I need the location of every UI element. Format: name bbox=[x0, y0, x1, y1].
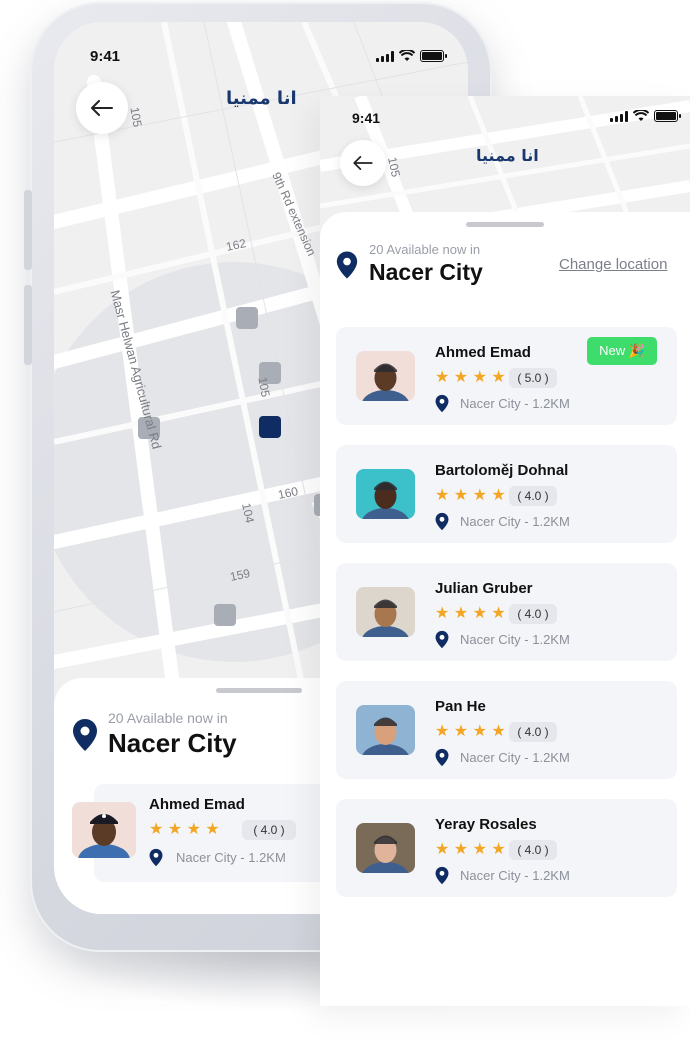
new-badge: New 🎉 bbox=[587, 337, 657, 365]
provider-card[interactable]: Bartoloměj Dohnal ★ ★ ★ ★( 4.0 ) Nacer Cit… bbox=[336, 445, 677, 543]
wifi-icon bbox=[633, 110, 649, 121]
star-rating-icon: ★ ★ ★ ★ bbox=[435, 841, 506, 858]
provider-name: Julian Gruber bbox=[435, 580, 533, 597]
rating-value: ( 5.0 ) bbox=[509, 368, 557, 388]
star-rating-icon: ★ ★ ★ ★ bbox=[435, 487, 506, 504]
star-rating-icon: ★ ★ ★ ★ bbox=[435, 605, 506, 622]
location-pin-icon bbox=[149, 848, 163, 867]
location-pin-icon bbox=[435, 866, 449, 890]
provider-card[interactable]: Julian Gruber ★ ★ ★ ★( 4.0 ) Nacer City - … bbox=[336, 563, 677, 661]
provider-name: Bartoloměj Dohnal bbox=[435, 462, 569, 479]
provider-card[interactable]: Pan He ★ ★ ★ ★( 4.0 ) Nacer City - 1.2KM bbox=[336, 681, 677, 779]
provider-name: Pan He bbox=[435, 698, 486, 715]
provider-avatar bbox=[356, 351, 415, 401]
location-pin-icon bbox=[336, 251, 358, 279]
arrow-left-icon bbox=[353, 156, 373, 170]
change-location-link[interactable]: Change location bbox=[559, 256, 667, 273]
city-name: Nacer City bbox=[108, 728, 237, 758]
signal-icon bbox=[610, 110, 628, 122]
provider-avatar bbox=[356, 823, 415, 873]
location-pin-icon bbox=[73, 719, 97, 751]
rating-value: ( 4.0 ) bbox=[509, 486, 557, 506]
location-pin-icon bbox=[435, 748, 449, 772]
app-logo: انا ممنيا bbox=[476, 146, 539, 165]
phone-side-button bbox=[24, 285, 32, 365]
arrow-left-icon bbox=[91, 100, 113, 116]
signal-icon bbox=[376, 50, 394, 62]
location-pin-icon bbox=[435, 512, 449, 536]
sheet-handle[interactable] bbox=[216, 688, 302, 693]
city-name: Nacer City bbox=[369, 259, 483, 285]
rating-value: ( 4.0 ) bbox=[242, 820, 296, 840]
wifi-icon bbox=[399, 50, 415, 61]
available-count-text: 20 Available now in bbox=[108, 710, 228, 726]
provider-avatar bbox=[356, 705, 415, 755]
provider-location: Nacer City - 1.2KM bbox=[460, 396, 570, 411]
provider-card[interactable]: Yeray Rosales ★ ★ ★ ★( 4.0 ) Nacer City - … bbox=[336, 799, 677, 897]
available-count-text: 20 Available now in bbox=[369, 242, 481, 257]
rating-value: ( 4.0 ) bbox=[509, 604, 557, 624]
status-time: 9:41 bbox=[90, 48, 121, 65]
rating-value: ( 4.0 ) bbox=[509, 722, 557, 742]
provider-name: Yeray Rosales bbox=[435, 816, 537, 833]
provider-name: Ahmed Emad bbox=[435, 344, 531, 361]
provider-avatar bbox=[356, 469, 415, 519]
back-button[interactable] bbox=[340, 140, 386, 186]
front-screen: 105 9:41 انا ممنيا 20 Available now in N… bbox=[320, 96, 690, 1006]
phone-side-button bbox=[24, 190, 32, 270]
location-pin-icon bbox=[435, 394, 449, 418]
location-pin-icon bbox=[435, 630, 449, 654]
status-time: 9:41 bbox=[352, 110, 381, 126]
star-rating-icon: ★ ★ ★ ★ bbox=[149, 821, 220, 838]
provider-avatar bbox=[72, 802, 136, 858]
star-rating-icon: ★ ★ ★ ★ bbox=[435, 723, 506, 740]
provider-location: Nacer City - 1.2KM bbox=[460, 514, 570, 529]
status-icons bbox=[376, 50, 447, 62]
provider-location: Nacer City - 1.2KM bbox=[460, 750, 570, 765]
provider-location: Nacer City - 1.2KM bbox=[176, 850, 286, 865]
status-icons bbox=[610, 110, 681, 122]
provider-card[interactable]: Ahmed Emad ★ ★ ★ ★( 5.0 ) Nacer City - 1.2… bbox=[336, 327, 677, 425]
back-button[interactable] bbox=[76, 82, 128, 134]
battery-icon bbox=[654, 110, 681, 122]
front-bottom-sheet: 20 Available now in Nacer City Change lo… bbox=[320, 212, 690, 1006]
sheet-handle[interactable] bbox=[466, 222, 544, 227]
provider-avatar bbox=[356, 587, 415, 637]
provider-location: Nacer City - 1.2KM bbox=[460, 868, 570, 883]
provider-location: Nacer City - 1.2KM bbox=[460, 632, 570, 647]
app-logo: انا ممنيا bbox=[226, 88, 297, 109]
battery-icon bbox=[420, 50, 447, 62]
rating-value: ( 4.0 ) bbox=[509, 840, 557, 860]
provider-name: Ahmed Emad bbox=[149, 796, 245, 813]
star-rating-icon: ★ ★ ★ ★ bbox=[435, 369, 506, 386]
